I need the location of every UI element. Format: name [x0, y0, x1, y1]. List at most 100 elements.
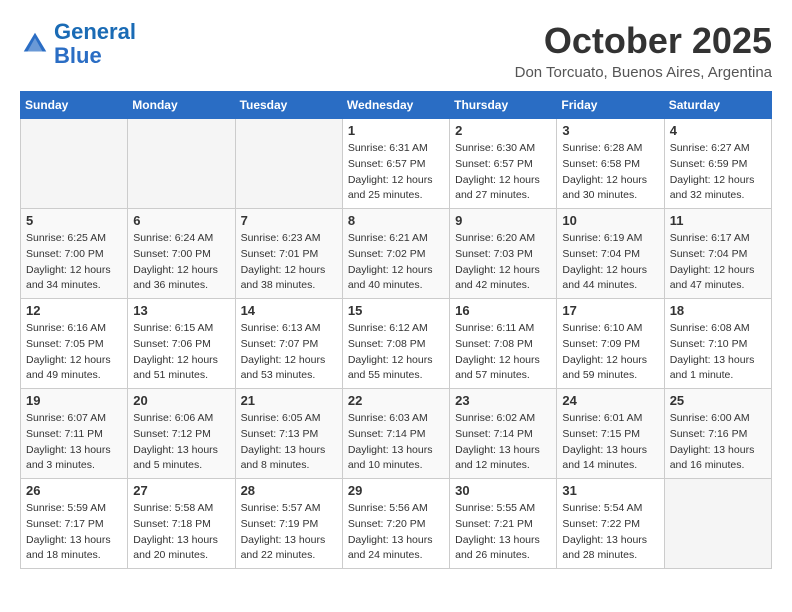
day-number: 2 [455, 123, 551, 138]
day-info: Sunrise: 6:20 AMSunset: 7:03 PMDaylight:… [455, 231, 551, 294]
day-cell: 8 Sunrise: 6:21 AMSunset: 7:02 PMDaylight… [342, 209, 449, 299]
day-cell: 21 Sunrise: 6:05 AMSunset: 7:13 PMDayligh… [235, 389, 342, 479]
weekday-header-row: SundayMondayTuesdayWednesdayThursdayFrid… [21, 92, 772, 119]
day-info: Sunrise: 6:10 AMSunset: 7:09 PMDaylight:… [562, 321, 658, 384]
day-cell: 18 Sunrise: 6:08 AMSunset: 7:10 PMDayligh… [664, 299, 771, 389]
day-info: Sunrise: 6:02 AMSunset: 7:14 PMDaylight:… [455, 411, 551, 474]
day-cell: 14 Sunrise: 6:13 AMSunset: 7:07 PMDayligh… [235, 299, 342, 389]
day-number: 19 [26, 393, 122, 408]
day-info: Sunrise: 6:24 AMSunset: 7:00 PMDaylight:… [133, 231, 229, 294]
day-cell: 30 Sunrise: 5:55 AMSunset: 7:21 PMDayligh… [450, 479, 557, 569]
day-info: Sunrise: 6:12 AMSunset: 7:08 PMDaylight:… [348, 321, 444, 384]
day-number: 29 [348, 483, 444, 498]
day-info: Sunrise: 6:00 AMSunset: 7:16 PMDaylight:… [670, 411, 766, 474]
day-cell: 5Sunrise: 6:25 AMSunset: 7:00 PMDaylight… [21, 209, 128, 299]
day-cell [235, 119, 342, 209]
logo-text: General Blue [54, 20, 136, 68]
day-info: Sunrise: 6:15 AMSunset: 7:06 PMDaylight:… [133, 321, 229, 384]
day-cell [664, 479, 771, 569]
day-number: 23 [455, 393, 551, 408]
day-cell [21, 119, 128, 209]
day-info: Sunrise: 5:56 AMSunset: 7:20 PMDaylight:… [348, 501, 444, 564]
day-info: Sunrise: 6:11 AMSunset: 7:08 PMDaylight:… [455, 321, 551, 384]
day-number: 24 [562, 393, 658, 408]
day-number: 13 [133, 303, 229, 318]
week-row-1: 1 Sunrise: 6:31 AMSunset: 6:57 PMDaylight… [21, 119, 772, 209]
day-cell: 29 Sunrise: 5:56 AMSunset: 7:20 PMDayligh… [342, 479, 449, 569]
day-cell: 7 Sunrise: 6:23 AMSunset: 7:01 PMDaylight… [235, 209, 342, 299]
day-cell: 6 Sunrise: 6:24 AMSunset: 7:00 PMDaylight… [128, 209, 235, 299]
weekday-header-friday: Friday [557, 92, 664, 119]
title-block: October 2025 Don Torcuato, Buenos Aires,… [515, 20, 772, 81]
weekday-header-sunday: Sunday [21, 92, 128, 119]
day-info: Sunrise: 6:28 AMSunset: 6:58 PMDaylight:… [562, 141, 658, 204]
day-info: Sunrise: 6:21 AMSunset: 7:02 PMDaylight:… [348, 231, 444, 294]
day-cell: 20Sunrise: 6:06 AMSunset: 7:12 PMDayligh… [128, 389, 235, 479]
day-number: 1 [348, 123, 444, 138]
day-number: 15 [348, 303, 444, 318]
day-info: Sunrise: 6:19 AMSunset: 7:04 PMDaylight:… [562, 231, 658, 294]
day-number: 11 [670, 213, 766, 228]
day-number: 10 [562, 213, 658, 228]
logo: General Blue [20, 20, 136, 68]
day-info: Sunrise: 6:30 AMSunset: 6:57 PMDaylight:… [455, 141, 551, 204]
day-info: Sunrise: 6:07 AMSunset: 7:11 PMDaylight:… [26, 411, 122, 474]
day-number: 27 [133, 483, 229, 498]
logo-icon [20, 29, 50, 59]
day-cell: 12 Sunrise: 6:16 AMSunset: 7:05 PMDayligh… [21, 299, 128, 389]
day-cell: 24 Sunrise: 6:01 AMSunset: 7:15 PMDayligh… [557, 389, 664, 479]
day-number: 30 [455, 483, 551, 498]
day-number: 7 [241, 213, 337, 228]
day-info: Sunrise: 5:57 AMSunset: 7:19 PMDaylight:… [241, 501, 337, 564]
day-cell: 15 Sunrise: 6:12 AMSunset: 7:08 PMDayligh… [342, 299, 449, 389]
day-number: 12 [26, 303, 122, 318]
day-number: 31 [562, 483, 658, 498]
weekday-header-thursday: Thursday [450, 92, 557, 119]
day-cell: 28Sunrise: 5:57 AMSunset: 7:19 PMDayligh… [235, 479, 342, 569]
day-info: Sunrise: 6:25 AMSunset: 7:00 PMDaylight:… [26, 231, 122, 294]
day-number: 21 [241, 393, 337, 408]
week-row-5: 26 Sunrise: 5:59 AMSunset: 7:17 PMDayligh… [21, 479, 772, 569]
day-cell: 17Sunrise: 6:10 AMSunset: 7:09 PMDayligh… [557, 299, 664, 389]
day-number: 3 [562, 123, 658, 138]
calendar: SundayMondayTuesdayWednesdayThursdayFrid… [20, 91, 772, 569]
day-number: 16 [455, 303, 551, 318]
day-number: 14 [241, 303, 337, 318]
day-cell: 19 Sunrise: 6:07 AMSunset: 7:11 PMDayligh… [21, 389, 128, 479]
day-info: Sunrise: 6:03 AMSunset: 7:14 PMDaylight:… [348, 411, 444, 474]
location: Don Torcuato, Buenos Aires, Argentina [515, 64, 772, 81]
day-info: Sunrise: 5:55 AMSunset: 7:21 PMDaylight:… [455, 501, 551, 564]
day-cell: 16 Sunrise: 6:11 AMSunset: 7:08 PMDayligh… [450, 299, 557, 389]
week-row-4: 19 Sunrise: 6:07 AMSunset: 7:11 PMDayligh… [21, 389, 772, 479]
day-cell: 10 Sunrise: 6:19 AMSunset: 7:04 PMDayligh… [557, 209, 664, 299]
day-info: Sunrise: 6:31 AMSunset: 6:57 PMDaylight:… [348, 141, 444, 204]
day-info: Sunrise: 6:05 AMSunset: 7:13 PMDaylight:… [241, 411, 337, 474]
day-cell: 9Sunrise: 6:20 AMSunset: 7:03 PMDaylight… [450, 209, 557, 299]
day-number: 8 [348, 213, 444, 228]
day-cell [128, 119, 235, 209]
day-info: Sunrise: 5:58 AMSunset: 7:18 PMDaylight:… [133, 501, 229, 564]
day-number: 6 [133, 213, 229, 228]
day-info: Sunrise: 6:23 AMSunset: 7:01 PMDaylight:… [241, 231, 337, 294]
day-cell: 11Sunrise: 6:17 AMSunset: 7:04 PMDayligh… [664, 209, 771, 299]
day-cell: 2 Sunrise: 6:30 AMSunset: 6:57 PMDaylight… [450, 119, 557, 209]
day-info: Sunrise: 6:01 AMSunset: 7:15 PMDaylight:… [562, 411, 658, 474]
day-cell: 22 Sunrise: 6:03 AMSunset: 7:14 PMDayligh… [342, 389, 449, 479]
day-number: 26 [26, 483, 122, 498]
day-number: 22 [348, 393, 444, 408]
day-cell: 4Sunrise: 6:27 AMSunset: 6:59 PMDaylight… [664, 119, 771, 209]
day-number: 4 [670, 123, 766, 138]
day-cell: 31Sunrise: 5:54 AMSunset: 7:22 PMDayligh… [557, 479, 664, 569]
day-cell: 23 Sunrise: 6:02 AMSunset: 7:14 PMDayligh… [450, 389, 557, 479]
day-info: Sunrise: 6:16 AMSunset: 7:05 PMDaylight:… [26, 321, 122, 384]
day-number: 18 [670, 303, 766, 318]
page-header: General Blue October 2025 Don Torcuato, … [20, 20, 772, 81]
month-title: October 2025 [515, 20, 772, 62]
weekday-header-saturday: Saturday [664, 92, 771, 119]
day-info: Sunrise: 6:08 AMSunset: 7:10 PMDaylight:… [670, 321, 766, 384]
weekday-header-tuesday: Tuesday [235, 92, 342, 119]
day-info: Sunrise: 6:06 AMSunset: 7:12 PMDaylight:… [133, 411, 229, 474]
day-info: Sunrise: 6:13 AMSunset: 7:07 PMDaylight:… [241, 321, 337, 384]
day-info: Sunrise: 5:59 AMSunset: 7:17 PMDaylight:… [26, 501, 122, 564]
day-number: 25 [670, 393, 766, 408]
